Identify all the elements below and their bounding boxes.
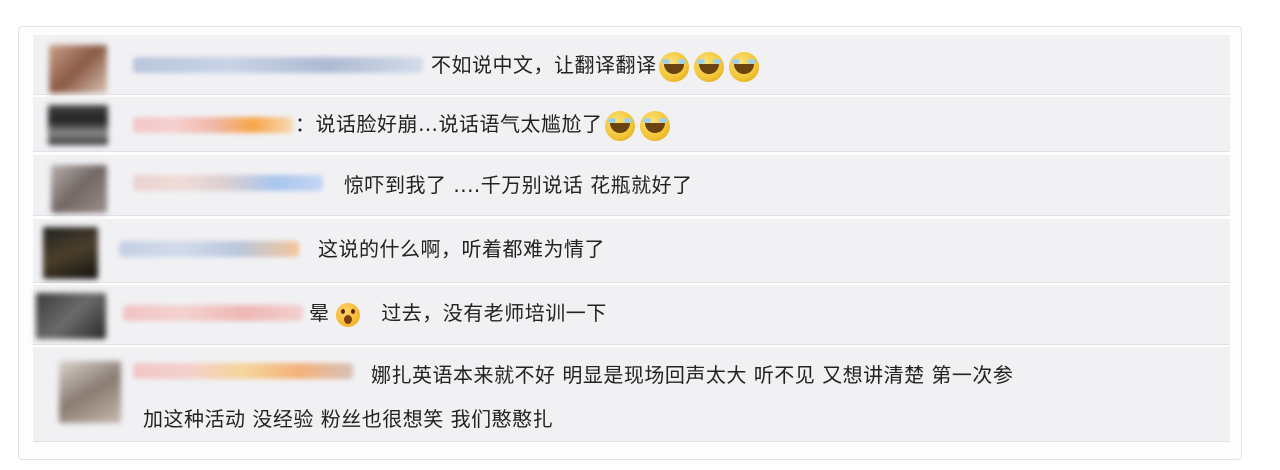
shocked-emoji: [336, 302, 361, 327]
comment-body: 晕: [309, 301, 330, 325]
comment-body: ：说话脸好崩…说话语气太尴尬了: [295, 112, 603, 136]
comment-row: 晕 过去，没有老师培训一下: [33, 285, 1230, 345]
comment-body-continued: 加这种活动 没经验 粉丝也很想笑 我们憨憨扎: [143, 407, 554, 431]
comment-text: 晕 过去，没有老师培训一下: [309, 295, 607, 331]
username-blurred[interactable]: [133, 363, 353, 379]
comment-text: 惊吓到我了 ....千万别说话 花瓶就好了: [344, 167, 693, 203]
comment-text: 这说的什么啊，听着都难为情了: [318, 231, 605, 267]
comment-row: 这说的什么啊，听着都难为情了: [33, 219, 1230, 283]
username-blurred[interactable]: [123, 305, 303, 321]
comment-body-continued: 过去，没有老师培训一下: [381, 301, 607, 325]
comment-text-line2: 加这种活动 没经验 粉丝也很想笑 我们憨憨扎: [143, 401, 553, 437]
user-avatar[interactable]: [51, 165, 107, 213]
laugh-cry-emoji: [693, 51, 724, 82]
user-avatar[interactable]: [49, 45, 107, 93]
comment-row: 惊吓到我了 ....千万别说话 花瓶就好了: [33, 155, 1230, 216]
comment-text: 不如说中文，让翻译翻译: [431, 47, 759, 83]
comment-row: 不如说中文，让翻译翻译: [33, 35, 1230, 95]
comment-body: 娜扎英语本来就不好 明显是现场回声太大 听不见 又想讲清楚 第一次参: [371, 363, 1014, 387]
user-avatar[interactable]: [43, 227, 98, 279]
username-blurred[interactable]: [133, 117, 293, 133]
comment-body: 不如说中文，让翻译翻译: [431, 53, 657, 77]
comment-row: 娜扎英语本来就不好 明显是现场回声太大 听不见 又想讲清楚 第一次参 加这种活动…: [33, 347, 1230, 442]
user-avatar[interactable]: [36, 293, 106, 339]
user-avatar[interactable]: [48, 105, 108, 145]
comment-body: 惊吓到我了 ....千万别说话 花瓶就好了: [344, 173, 693, 197]
username-blurred[interactable]: [119, 241, 299, 257]
laugh-cry-emoji: [639, 110, 670, 141]
comment-row: ：说话脸好崩…说话语气太尴尬了: [33, 97, 1230, 152]
username-blurred[interactable]: [133, 175, 323, 191]
laugh-cry-emoji: [728, 51, 759, 82]
comment-text: 娜扎英语本来就不好 明显是现场回声太大 听不见 又想讲清楚 第一次参: [371, 357, 1013, 393]
laugh-cry-emoji: [658, 51, 689, 82]
username-blurred[interactable]: [133, 57, 423, 73]
user-avatar[interactable]: [59, 361, 121, 423]
laugh-cry-emoji: [604, 110, 635, 141]
comment-body: 这说的什么啊，听着都难为情了: [318, 237, 605, 261]
comment-text: ：说话脸好崩…说话语气太尴尬了: [295, 106, 670, 142]
